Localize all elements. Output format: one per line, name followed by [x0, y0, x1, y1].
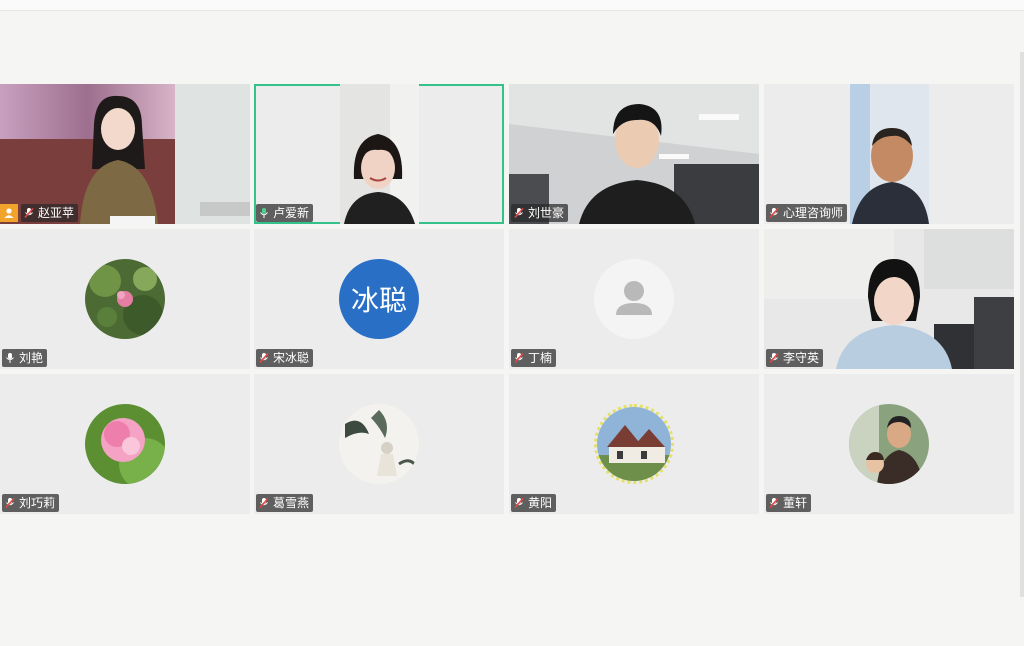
- participant-label: 宋冰聪: [256, 349, 314, 367]
- participant-name: 董轩: [783, 496, 808, 510]
- participant-name: 李守英: [783, 351, 820, 365]
- participant-label: 董轩: [766, 494, 812, 512]
- video-frame-office: [0, 84, 250, 224]
- participant-tile[interactable]: 冰聪 宋冰聪: [254, 229, 504, 369]
- participant-label: 刘巧莉: [2, 494, 60, 512]
- participant-name: 葛雪燕: [273, 496, 310, 510]
- participant-tile[interactable]: 李守英: [764, 229, 1014, 369]
- participant-tile[interactable]: 葛雪燕: [254, 374, 504, 514]
- mic-muted-icon: [769, 497, 779, 509]
- participant-label: 赵亚苹: [21, 204, 79, 222]
- avatar-initials: 冰聪: [339, 259, 419, 339]
- participant-tile[interactable]: 刘世豪: [509, 84, 759, 224]
- video-frame-portrait: [850, 84, 929, 224]
- participant-label: 李守英: [766, 349, 824, 367]
- avatar-house: [594, 404, 674, 484]
- participant-tile[interactable]: 赵亚苹: [0, 84, 250, 224]
- video-feed: [764, 229, 1014, 369]
- participant-tile[interactable]: 刘艳: [0, 229, 250, 369]
- avatar-pink-flower: [85, 404, 165, 484]
- mic-muted-icon: [514, 207, 524, 219]
- default-person-icon: [594, 259, 674, 339]
- top-toolbar: [0, 0, 1024, 11]
- mic-muted-icon: [259, 497, 269, 509]
- participant-tile[interactable]: 刘巧莉: [0, 374, 250, 514]
- mic-muted-icon: [514, 497, 524, 509]
- participant-label: 刘艳: [2, 349, 48, 367]
- participant-tile[interactable]: 心理咨询师: [764, 84, 1014, 224]
- video-frame-office-ceiling: [509, 84, 759, 224]
- scrollbar[interactable]: [1020, 52, 1024, 597]
- participant-name: 刘巧莉: [19, 496, 56, 510]
- video-feed: [340, 84, 419, 224]
- video-frame-portrait: [340, 84, 419, 224]
- participant-tile-active[interactable]: 卢爱新: [254, 84, 504, 224]
- participant-grid: 赵亚苹 卢爱新 刘世豪 心理咨询师 刘艳 冰聪 宋冰聪 丁楠 李守英 刘巧莉 葛…: [0, 84, 1016, 514]
- host-icon: [0, 204, 18, 222]
- mic-speaking-icon: [260, 208, 268, 218]
- participant-name: 赵亚苹: [38, 206, 75, 220]
- mic-muted-icon: [514, 352, 524, 364]
- avatar-flower: [85, 259, 165, 339]
- participant-tile[interactable]: 丁楠: [509, 229, 759, 369]
- mic-icon: [6, 353, 14, 363]
- avatar-painting: [339, 404, 419, 484]
- participant-label: 卢爱新: [256, 204, 314, 222]
- participant-name: 刘世豪: [528, 206, 565, 220]
- avatar-text: 冰聪: [350, 285, 407, 316]
- participant-name: 心理咨询师: [783, 206, 844, 220]
- participant-label: 刘世豪: [511, 204, 569, 222]
- participant-name: 刘艳: [19, 351, 44, 365]
- participant-label: 丁楠: [511, 349, 557, 367]
- participant-label: 黄阳: [511, 494, 557, 512]
- mic-muted-icon: [769, 352, 779, 364]
- mic-muted-icon: [24, 207, 34, 219]
- participant-tile[interactable]: 董轩: [764, 374, 1014, 514]
- participant-name: 卢爱新: [273, 206, 310, 220]
- video-feed: [0, 84, 250, 224]
- avatar-people: [849, 404, 929, 484]
- participant-name: 黄阳: [528, 496, 553, 510]
- mic-muted-icon: [769, 207, 779, 219]
- video-feed: [509, 84, 759, 224]
- participant-label: 葛雪燕: [256, 494, 314, 512]
- participant-label: 心理咨询师: [766, 204, 848, 222]
- video-feed: [850, 84, 929, 224]
- participant-tile[interactable]: 黄阳: [509, 374, 759, 514]
- video-frame-classroom: [764, 229, 1014, 369]
- mic-muted-icon: [5, 497, 15, 509]
- participant-name: 丁楠: [528, 351, 553, 365]
- participant-name: 宋冰聪: [273, 351, 310, 365]
- mic-muted-icon: [259, 352, 269, 364]
